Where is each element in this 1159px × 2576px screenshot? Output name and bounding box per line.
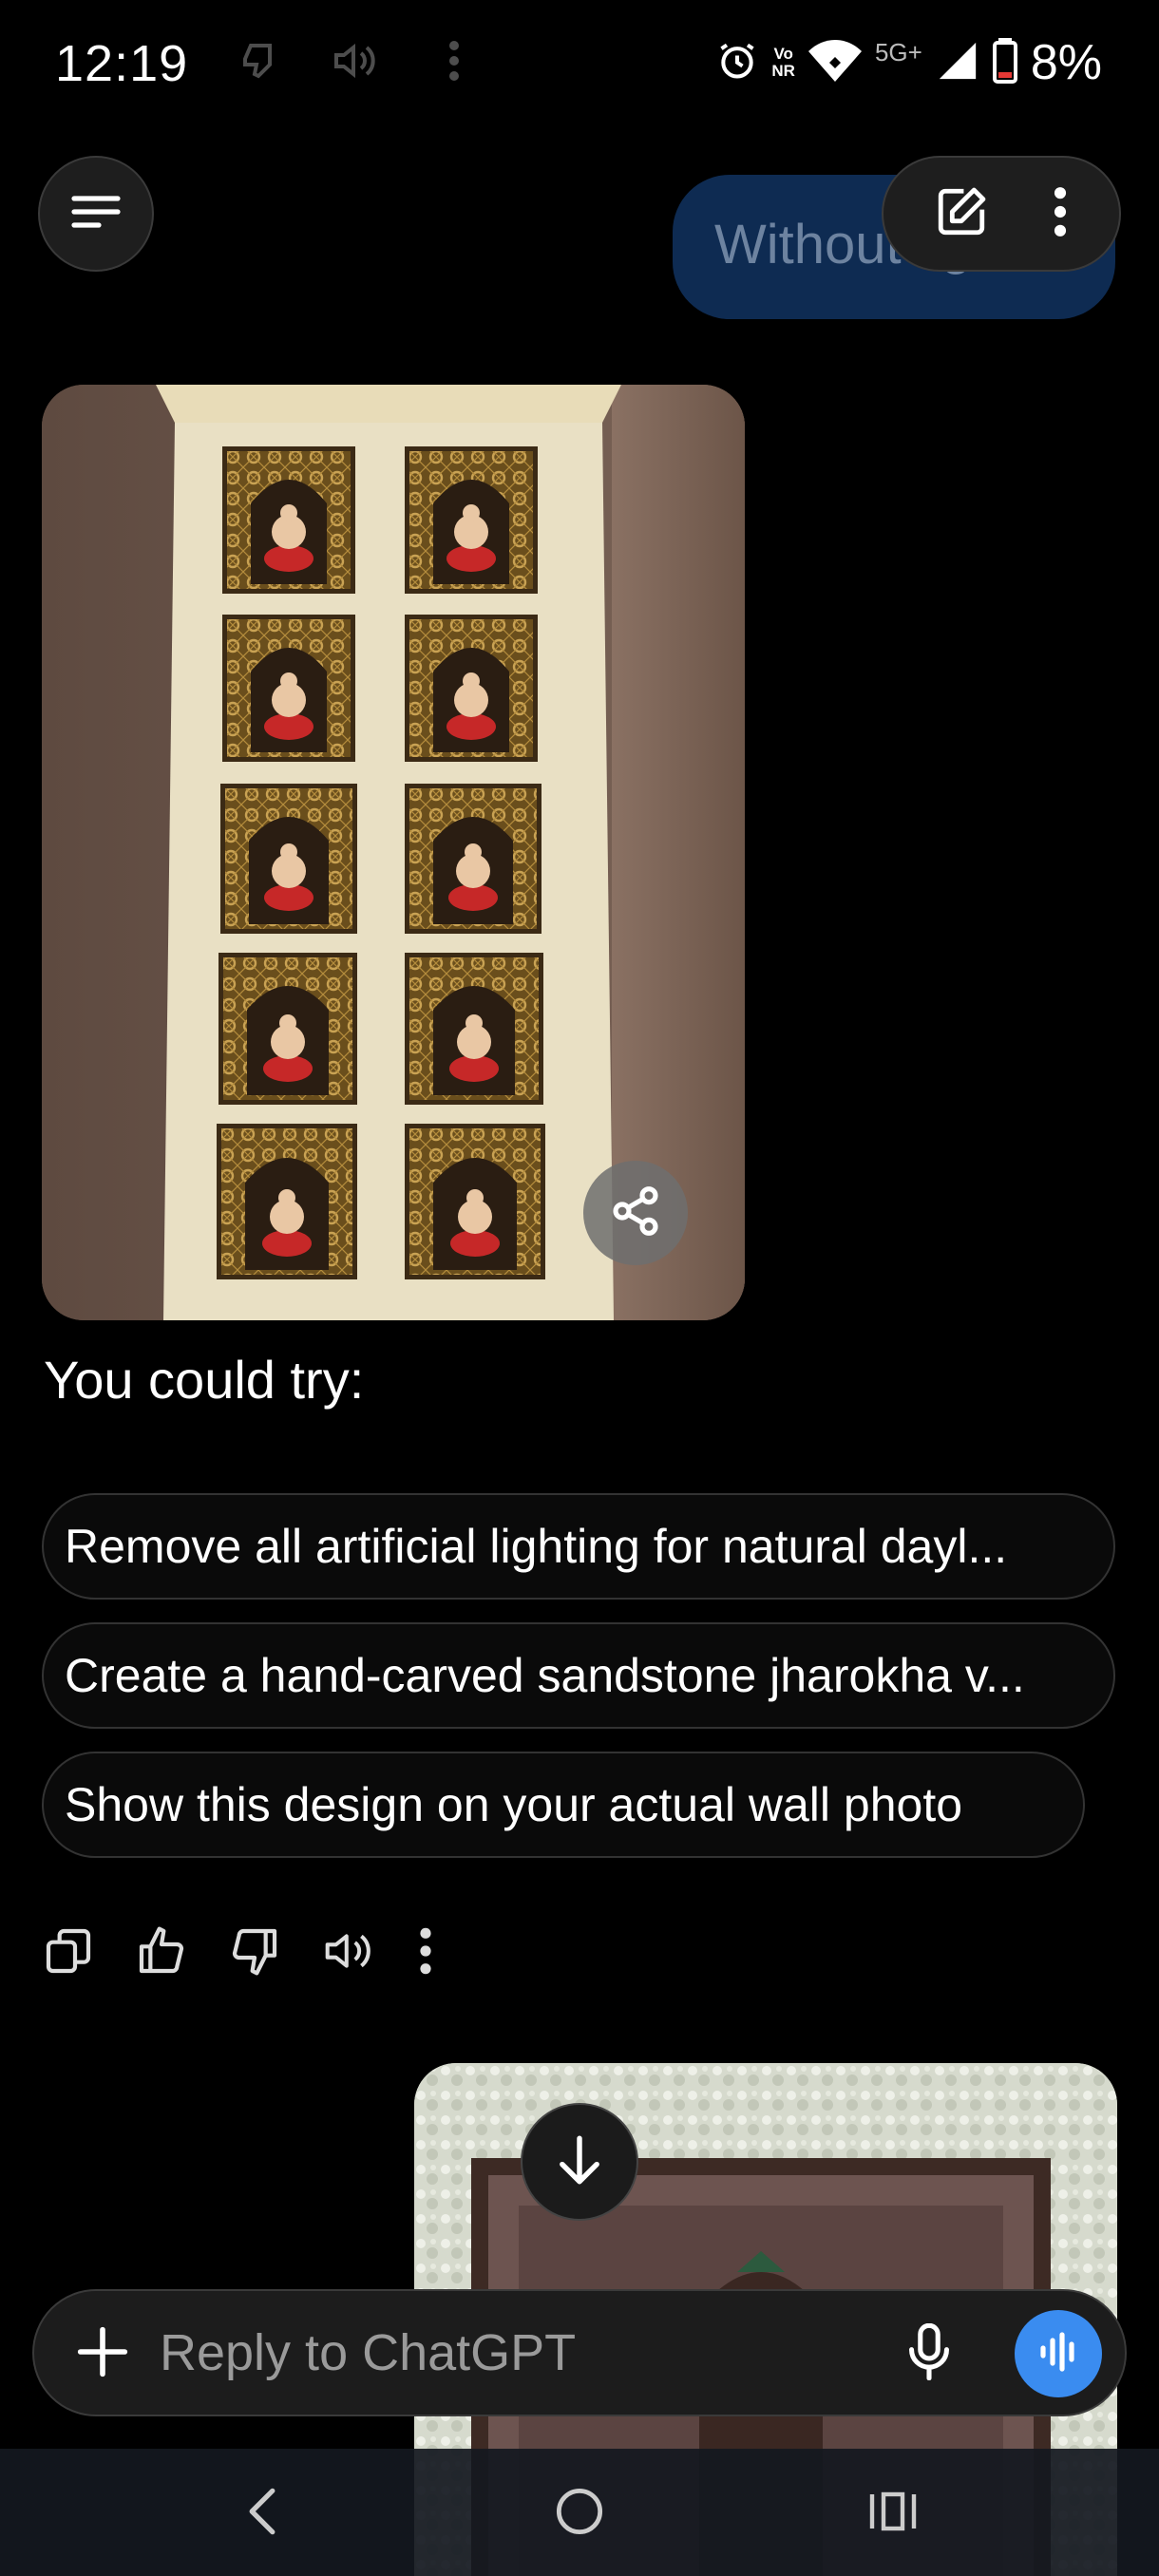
add-attachment-button[interactable] [63,2314,142,2394]
composer [32,2289,1127,2416]
suggestion-chip[interactable]: Show this design on your actual wall pho… [42,1752,1085,1858]
thumb-down-icon [238,38,283,88]
menu-button[interactable] [38,156,154,272]
back-icon [247,2487,277,2541]
signal-icon [936,39,979,87]
vonr-bottom: NR [771,62,795,80]
speaker-icon [331,38,380,88]
nav-back-button[interactable] [224,2483,300,2544]
voice-waveform-icon [1036,2329,1081,2379]
more-vertical-icon[interactable] [416,1924,435,1978]
wifi-icon [808,39,862,86]
scroll-down-button[interactable] [521,2103,638,2221]
menu-icon [70,193,122,236]
status-bar: 12:19 Vo NR 5G+ 8% [0,0,1159,123]
battery-icon [992,37,1017,88]
share-image-button[interactable] [583,1161,688,1265]
nav-recents-button[interactable] [855,2483,931,2544]
suggestion-chip[interactable]: Remove all artificial lighting for natur… [42,1493,1115,1600]
edit-icon[interactable] [934,184,989,244]
suggestions-heading: You could try: [44,1350,365,1410]
voice-mode-button[interactable] [1015,2310,1102,2397]
vonr-icon: Vo NR [771,46,795,80]
status-icons: Vo NR 5G+ 8% [716,32,1102,93]
arrow-down-icon [556,2133,603,2191]
header-actions [882,156,1121,272]
message-actions [42,1921,435,1981]
status-time: 12:19 [55,35,189,92]
recents-icon [868,2491,918,2537]
microphone-icon [906,2322,952,2385]
thumb-up-icon[interactable] [135,1924,188,1978]
share-icon [609,1184,662,1242]
more-vertical-icon [445,38,464,88]
alarm-icon [716,40,758,86]
system-nav-bar [0,2449,1159,2576]
message-input[interactable] [160,2320,768,2386]
thumb-down-icon[interactable] [228,1924,281,1978]
more-vertical-icon[interactable] [1051,185,1070,243]
battery-level: 8% [1030,35,1102,90]
nav-home-button[interactable] [542,2483,618,2544]
suggestion-chip[interactable]: Create a hand-carved sandstone jharokha … [42,1622,1115,1729]
copy-icon[interactable] [42,1924,95,1978]
network-type: 5G+ [874,37,922,66]
read-aloud-icon[interactable] [321,1924,376,1978]
vonr-top: Vo [773,45,793,63]
home-icon [555,2487,604,2541]
plus-icon [76,2325,129,2383]
dictate-button[interactable] [889,2314,969,2394]
